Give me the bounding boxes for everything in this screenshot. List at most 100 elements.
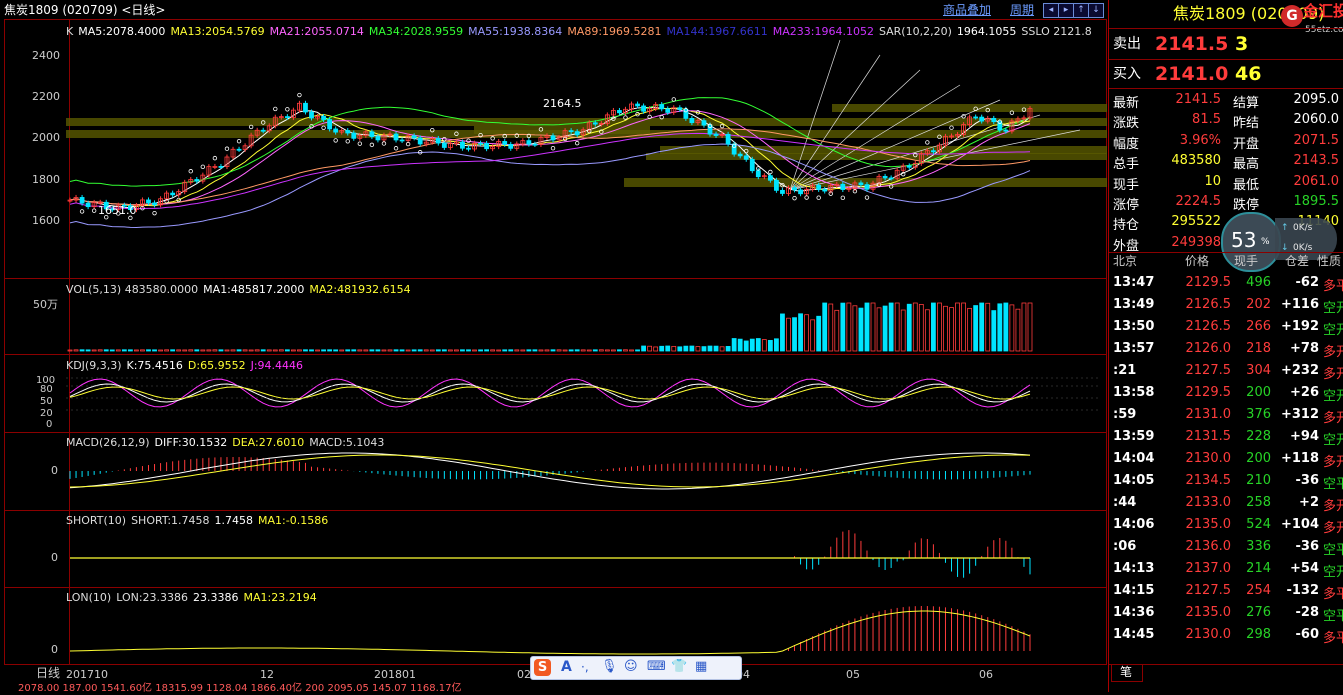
- candle-body: [532, 143, 538, 146]
- tick-row[interactable]: 14:13 2137.0 214 +54 空开: [1109, 558, 1343, 580]
- candle-body: [194, 179, 200, 182]
- candle-body: [973, 116, 979, 119]
- buy-price[interactable]: 2141.0: [1155, 63, 1228, 85]
- x-label-06: 06: [979, 668, 993, 681]
- ma-legend: K MA5:2078.4000 MA13:2054.5769 MA21:2055.07…: [66, 25, 1097, 38]
- tick-time: 14:13: [1113, 561, 1155, 576]
- tick-row[interactable]: :21 2127.5 304 +232 多开: [1109, 360, 1343, 382]
- candle-body: [888, 177, 894, 180]
- volume-bar: [134, 349, 139, 352]
- tick-price: 2130.0: [1185, 627, 1232, 642]
- volume-bar: [284, 349, 290, 352]
- tick-row[interactable]: 14:15 2127.5 254 -132 多平: [1109, 580, 1343, 602]
- volume-bar: [472, 349, 477, 352]
- volume-bar: [357, 349, 363, 352]
- candle-body: [303, 102, 308, 113]
- volume-bar: [73, 349, 79, 352]
- mic-icon[interactable]: 🎙: [601, 659, 618, 674]
- volume-bar: [152, 349, 157, 352]
- candle-body: [345, 130, 351, 134]
- punctuation-icon[interactable]: ·,: [581, 660, 589, 674]
- upload-speed: 0K/s: [1293, 223, 1313, 233]
- shirt-icon[interactable]: 👕: [671, 659, 687, 674]
- volume-bar: [327, 349, 333, 352]
- volume-bar: [212, 349, 218, 352]
- tick-row[interactable]: 13:49 2126.5 202 +116 空开: [1109, 294, 1343, 316]
- candle-body: [816, 184, 822, 190]
- settings-icon[interactable]: ▦: [695, 659, 707, 674]
- tick-row[interactable]: 13:59 2131.5 228 +94 空开: [1109, 426, 1343, 448]
- quote-stat-value: 81.5: [1192, 112, 1221, 128]
- tick-list[interactable]: 13:47 2129.5 496 -62 多平 13:49 2126.5 202 +116 空开 1…: [1109, 272, 1343, 650]
- tick-row[interactable]: 14:06 2135.0 524 +104 多开: [1109, 514, 1343, 536]
- tick-oi-change: +312: [1280, 407, 1319, 422]
- sar-dot: [285, 107, 290, 112]
- volume-bar: [333, 349, 339, 352]
- ma-legend-item-6: MA89:1969.5281: [567, 25, 662, 38]
- chart-area[interactable]: 焦炭1809 (020709) <日线> 商品叠加 周期 ◂ ▸ ↑ ↓ K MA…: [0, 0, 1107, 694]
- keyboard-icon[interactable]: ⌨: [647, 659, 666, 674]
- tick-row[interactable]: :06 2136.0 336 -36 空平: [1109, 536, 1343, 558]
- tick-row[interactable]: 13:58 2129.5 200 +26 空开: [1109, 382, 1343, 404]
- volume-bar: [508, 349, 514, 352]
- tick-row[interactable]: :44 2133.0 258 +2 多开: [1109, 492, 1343, 514]
- volume-bar: [906, 303, 912, 352]
- sell-price[interactable]: 2141.5: [1155, 33, 1228, 55]
- tick-row[interactable]: 13:50 2126.5 266 +192 空开: [1109, 316, 1343, 338]
- volume-bar: [224, 349, 230, 352]
- tick-row[interactable]: 14:05 2134.5 210 -36 空平: [1109, 470, 1343, 492]
- tick-volume: 336: [1246, 539, 1271, 554]
- volume-bar: [894, 302, 900, 352]
- tick-col-type: 性质: [1317, 254, 1342, 268]
- tick-row[interactable]: 13:47 2129.5 496 -62 多平: [1109, 272, 1343, 294]
- tick-time: :44: [1113, 495, 1137, 510]
- tick-price: 2137.0: [1185, 561, 1232, 576]
- tick-col-time: 北京: [1113, 254, 1138, 268]
- candle-body: [236, 148, 242, 151]
- sar-dot: [273, 106, 278, 112]
- font-a-icon[interactable]: A: [561, 659, 572, 675]
- sar-dot: [236, 138, 242, 144]
- volume-bar: [544, 349, 550, 352]
- volume-bar: [786, 317, 791, 352]
- sar-dot: [804, 195, 809, 200]
- tick-row[interactable]: 14:45 2130.0 298 -60 多平: [1109, 624, 1343, 646]
- volume-bar: [466, 349, 471, 352]
- tick-time: 14:04: [1113, 451, 1155, 466]
- tick-price: 2136.0: [1185, 539, 1232, 554]
- volume-bar: [230, 349, 236, 352]
- x-label-201801: 201801: [374, 668, 416, 681]
- tick-volume: 496: [1246, 275, 1271, 290]
- macd_panel-legend-item-3: MACD:5.1043: [309, 436, 385, 449]
- tab-ticks[interactable]: 笔: [1111, 665, 1143, 682]
- volume-bar: [924, 309, 930, 352]
- tick-row[interactable]: 13:57 2126.0 218 +78 多开: [1109, 338, 1343, 360]
- short_panel-legend-item-3: MA1:-0.1586: [258, 514, 329, 527]
- tick-row[interactable]: 14:04 2130.0 200 +118 多开: [1109, 448, 1343, 470]
- candle-body: [774, 179, 779, 191]
- volume-bar: [870, 302, 876, 352]
- tick-oi-change: +118: [1280, 451, 1319, 466]
- quote-stat-value: 2141.5: [1175, 92, 1222, 107]
- quote-stat-label: 最高: [1233, 157, 1260, 173]
- candle-body: [701, 120, 707, 126]
- candle-body: [574, 131, 580, 136]
- tick-type: 空开: [1323, 301, 1343, 316]
- tick-row[interactable]: :59 2131.0 376 +312 多开: [1109, 404, 1343, 426]
- brand-logo-icon: G: [1281, 5, 1303, 27]
- candle-body: [333, 128, 339, 133]
- emoji-icon[interactable]: ☺: [624, 659, 638, 674]
- tick-row[interactable]: 14:36 2135.0 276 -28 空平: [1109, 602, 1343, 624]
- tick-price: 2126.5: [1185, 319, 1232, 334]
- volume-bar: [272, 349, 278, 352]
- sar-dot: [200, 164, 206, 170]
- volume-bar: [780, 313, 785, 352]
- kdj_panel-legend-item-1: K:75.4516: [126, 359, 183, 372]
- macd_panel-legend-item-2: DEA:27.6010: [232, 436, 305, 449]
- ime-toolbar[interactable]: S A ·, 🎙 ☺ ⌨ 👕 ▦: [530, 656, 742, 680]
- tick-oi-change: +78: [1290, 341, 1319, 356]
- tick-oi-change: -28: [1295, 605, 1320, 620]
- tick-col-oi-change: 仓差: [1285, 254, 1310, 268]
- sogou-s-icon[interactable]: S: [534, 659, 551, 676]
- ma-legend-item-2: MA13:2054.5769: [170, 25, 265, 38]
